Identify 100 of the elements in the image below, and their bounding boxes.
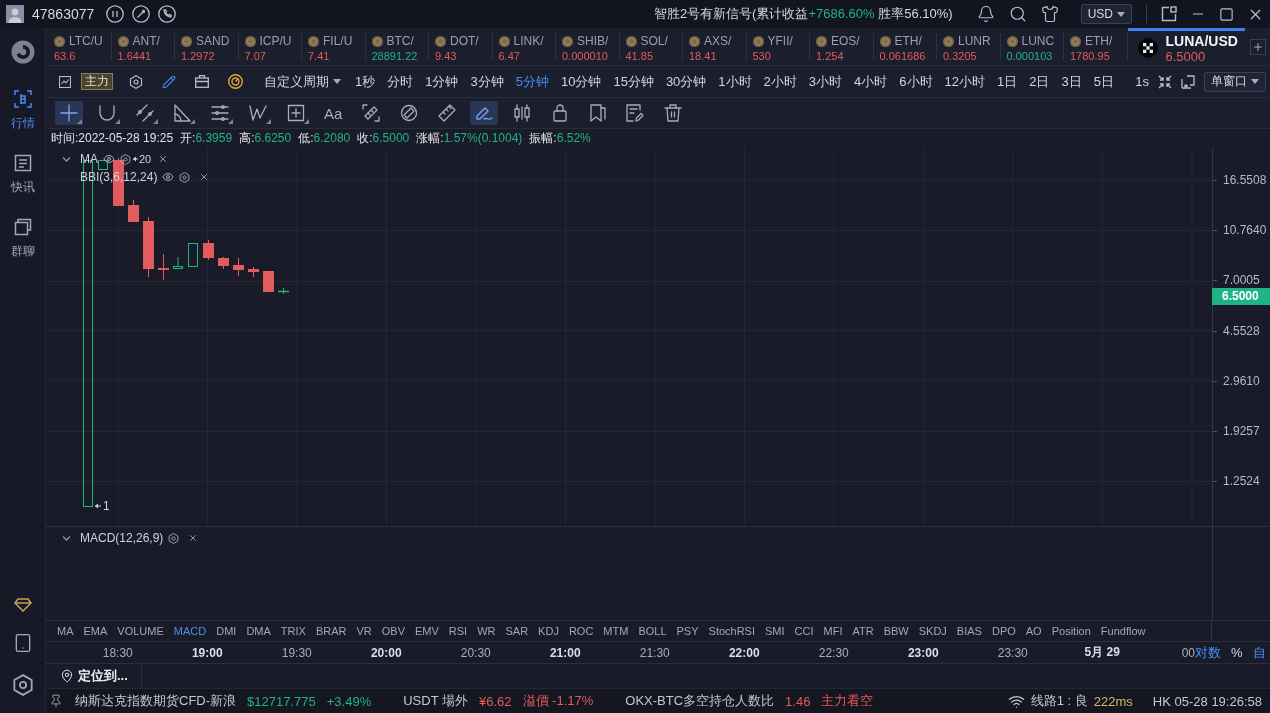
close-icon[interactable] — [199, 172, 210, 182]
ticker-symbol[interactable]: BTC/ — [386, 34, 414, 48]
ticker-symbol[interactable]: LINK/ — [513, 34, 544, 48]
pin-icon[interactable] — [49, 694, 63, 708]
ticker-symbol[interactable]: EOS/ — [831, 34, 860, 48]
indicator-tab[interactable]: KDJ — [538, 625, 559, 637]
indicator-tab[interactable]: Fundflow — [1100, 625, 1146, 637]
ticker-symbol[interactable]: LUNC — [1021, 34, 1055, 48]
gauge-icon[interactable] — [132, 5, 151, 23]
coin-icon[interactable] — [244, 35, 256, 47]
indicator-tab[interactable]: BRAR — [315, 625, 347, 637]
pencil-icon[interactable] — [162, 74, 176, 89]
coin-icon[interactable] — [689, 35, 700, 47]
shirt-icon[interactable] — [1040, 5, 1059, 23]
indicator-tab[interactable]: TRIX — [280, 625, 306, 637]
period-tab[interactable]: 2小时 — [763, 72, 797, 91]
period-tab[interactable]: 6小时 — [899, 72, 933, 91]
briefcase-icon[interactable] — [195, 75, 209, 88]
period-tab[interactable]: 2日 — [1029, 72, 1050, 91]
period-tab[interactable]: 1秒 — [355, 72, 376, 91]
indicator-tab[interactable]: BBW — [883, 625, 909, 637]
indicator-tab[interactable]: DMA — [246, 625, 271, 637]
indicator-tab[interactable]: MFI — [823, 625, 843, 637]
indicator-tab[interactable]: VOLUME — [117, 625, 164, 637]
indicator-tab[interactable]: SAR — [505, 625, 529, 637]
ticker-symbol[interactable]: SAND — [196, 34, 230, 48]
coin-icon[interactable] — [117, 35, 129, 47]
period-tab[interactable]: 10分钟 — [560, 72, 602, 91]
indicator-tab[interactable]: OBV — [381, 625, 405, 637]
signal-notice[interactable]: 智胜2号有新信号(累计收益+7686.60% 胜率56.10%) — [653, 5, 953, 23]
scale-option[interactable]: % — [1231, 645, 1243, 660]
period-tab[interactable]: 3分钟 — [470, 72, 504, 91]
indicator-tab[interactable]: VR — [356, 625, 372, 637]
settings-icon[interactable] — [120, 153, 131, 165]
search-icon[interactable] — [1008, 5, 1027, 23]
line-chart-icon[interactable] — [59, 75, 71, 88]
pause-icon[interactable] — [106, 5, 125, 23]
period-tab[interactable]: 5分钟 — [515, 72, 549, 91]
period-tab[interactable]: 30分钟 — [665, 72, 707, 91]
bell-icon[interactable] — [976, 5, 995, 23]
scale-option[interactable]: 自 — [1252, 643, 1266, 662]
indicator-tab[interactable]: StochRSI — [708, 625, 755, 637]
text-tool-button[interactable]: Aa — [319, 101, 348, 125]
indicator-tab[interactable]: WR — [477, 625, 496, 637]
indicator-tab[interactable]: EMA — [83, 625, 108, 637]
ticker-symbol[interactable]: AXS/ — [704, 34, 732, 48]
ticker-symbol[interactable]: ICP/U — [259, 34, 292, 48]
indicator-tab[interactable]: EMV — [414, 625, 439, 637]
collapse-chevron-icon[interactable] — [62, 534, 71, 543]
indicator-tab[interactable]: DPO — [991, 625, 1016, 637]
nav-tab[interactable]: 行情 — [0, 86, 45, 150]
coin-icon[interactable] — [943, 35, 954, 47]
indicator-tab[interactable]: SKDJ — [918, 625, 947, 637]
indicator-tab[interactable]: RSI — [448, 625, 468, 637]
indicator-tab[interactable]: PSY — [676, 625, 699, 637]
indicator-tab[interactable]: Position — [1051, 625, 1091, 637]
indicator-tab[interactable]: SMI — [765, 625, 785, 637]
settings-icon[interactable] — [129, 74, 143, 89]
drawing-tool-button[interactable] — [470, 101, 499, 125]
period-tab[interactable]: 分时 — [387, 72, 414, 91]
coin-icon[interactable] — [625, 35, 637, 47]
ticker-symbol[interactable]: FIL/U — [323, 34, 353, 48]
close-icon[interactable] — [188, 533, 199, 543]
new-window-icon[interactable] — [1181, 74, 1195, 89]
indicator-tab[interactable]: CCI — [794, 625, 814, 637]
coin-icon[interactable] — [879, 35, 891, 47]
period-tab[interactable]: 3日 — [1061, 72, 1082, 91]
scale-option[interactable]: 对数 — [1195, 643, 1221, 662]
ticker-symbol[interactable]: YFII/ — [767, 34, 793, 48]
period-tab[interactable]: 5日 — [1093, 72, 1114, 91]
ticker-symbol[interactable]: ETH/ — [1085, 34, 1113, 48]
coin-icon[interactable] — [816, 35, 827, 47]
window-mode-dropdown[interactable]: 单窗口 — [1204, 71, 1266, 92]
settings-icon[interactable] — [168, 532, 180, 544]
ticker-symbol[interactable]: LUNR — [958, 34, 991, 48]
ticker-symbol[interactable]: ANT/ — [132, 34, 160, 48]
settings-icon[interactable] — [179, 171, 191, 183]
period-tab[interactable]: 1分钟 — [425, 72, 459, 91]
period-tab[interactable]: 3小时 — [808, 72, 843, 91]
settings-icon[interactable] — [11, 674, 34, 696]
collapse-chevron-icon[interactable] — [62, 155, 71, 164]
ticker-symbol[interactable]: SHIB/ — [577, 34, 609, 48]
custom-period-dropdown[interactable]: 自定义周期 — [264, 72, 341, 91]
eye-icon[interactable] — [162, 171, 175, 183]
coin-icon[interactable] — [371, 35, 383, 47]
period-tab[interactable]: 15分钟 — [613, 72, 654, 91]
maximize-icon[interactable] — [1219, 6, 1234, 22]
indicator-tab[interactable]: MA — [57, 625, 74, 637]
indicator-tab[interactable]: DMI — [216, 625, 237, 637]
nav-tab[interactable]: 群聊 — [0, 214, 45, 278]
add-tab-button[interactable] — [1250, 38, 1266, 55]
coin-icon[interactable] — [308, 35, 319, 47]
coin-icon[interactable] — [562, 35, 573, 47]
coin-icon[interactable] — [1070, 35, 1081, 47]
coin-icon[interactable] — [435, 35, 446, 47]
drawing-tool-button[interactable] — [55, 101, 83, 125]
period-tab[interactable]: 1日 — [997, 72, 1018, 91]
coin-icon[interactable] — [752, 35, 764, 47]
period-tab[interactable]: 1小时 — [718, 72, 752, 91]
indicator-tab[interactable]: AO — [1025, 625, 1042, 637]
